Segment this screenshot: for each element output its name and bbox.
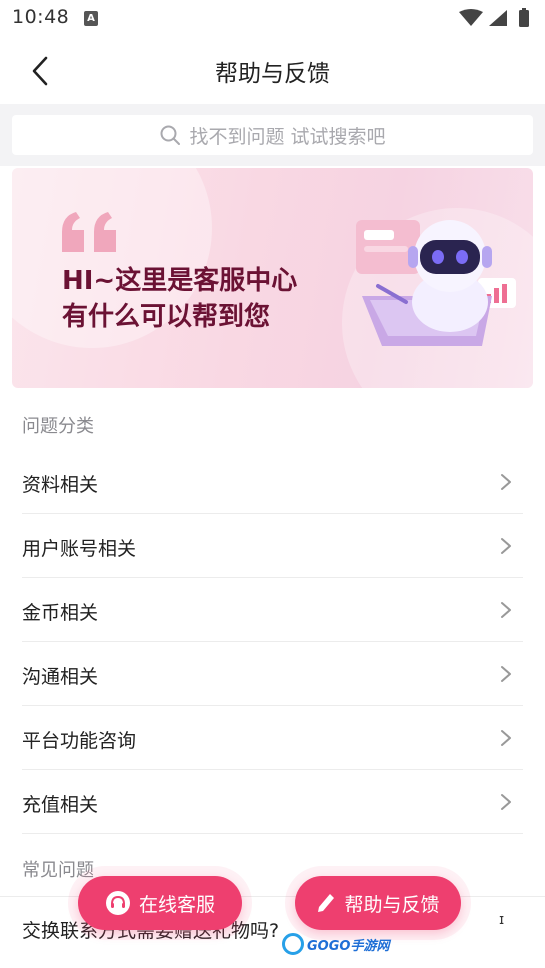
faq-section-title: 常见问题 xyxy=(22,860,94,881)
status-bar: 10:48 A xyxy=(0,0,545,36)
watermark-icon xyxy=(282,933,304,955)
list-item-label: 资料相关 xyxy=(22,474,99,496)
notification-icon: A xyxy=(84,11,98,26)
status-time: 10:48 xyxy=(12,6,70,28)
search-input[interactable]: 找不到问题 试试搜索吧 xyxy=(12,115,533,155)
pencil-icon xyxy=(318,894,335,912)
list-item-label: 充值相关 xyxy=(22,794,99,816)
list-item-label: 平台功能咨询 xyxy=(22,730,137,752)
robot-illustration xyxy=(356,220,516,346)
watermark-text: GOGO手游网 xyxy=(307,938,390,954)
category-item-platform[interactable]: 平台功能咨询 xyxy=(22,706,523,770)
banner-subtitle: 有什么可以帮到您 xyxy=(62,302,271,332)
category-item-communication[interactable]: 沟通相关 xyxy=(22,642,523,706)
list-item-label: 金币相关 xyxy=(22,602,99,624)
help-feedback-button[interactable]: 帮助与反馈 xyxy=(295,876,461,930)
headset-icon xyxy=(105,891,130,915)
search-area: 找不到问题 试试搜索吧 xyxy=(0,104,545,166)
list-item-label: 沟通相关 xyxy=(22,666,99,688)
page-title: 帮助与反馈 xyxy=(215,61,330,87)
chevron-right-icon xyxy=(501,730,511,746)
category-item-profile[interactable]: 资料相关 xyxy=(22,450,523,514)
category-item-account[interactable]: 用户账号相关 xyxy=(22,514,523,578)
online-service-button[interactable]: 在线客服 xyxy=(78,876,242,930)
chevron-right-icon xyxy=(501,794,511,810)
chevron-right-icon xyxy=(501,538,511,554)
nav-bar: 帮助与反馈 xyxy=(0,36,545,104)
cursor-mark-icon: ɪ xyxy=(499,912,505,928)
help-feedback-label: 帮助与反馈 xyxy=(344,893,440,916)
category-section-title: 问题分类 xyxy=(22,416,94,437)
signal-battery-icon xyxy=(459,8,529,27)
chevron-right-icon xyxy=(501,474,511,490)
customer-service-banner: HI~这里是客服中心 有什么可以帮到您 xyxy=(12,168,533,388)
search-icon xyxy=(160,125,181,145)
category-item-recharge[interactable]: 充值相关 xyxy=(22,770,523,834)
chevron-right-icon xyxy=(501,602,511,618)
chevron-right-icon xyxy=(501,666,511,682)
quote-icon xyxy=(62,212,116,252)
category-item-coins[interactable]: 金币相关 xyxy=(22,578,523,642)
list-item-label: 用户账号相关 xyxy=(22,538,137,560)
online-service-label: 在线客服 xyxy=(138,893,215,916)
search-placeholder: 找不到问题 试试搜索吧 xyxy=(189,125,386,148)
watermark-logo: GOGO手游网 xyxy=(282,932,392,956)
banner-greeting: HI~这里是客服中心 xyxy=(62,266,298,296)
